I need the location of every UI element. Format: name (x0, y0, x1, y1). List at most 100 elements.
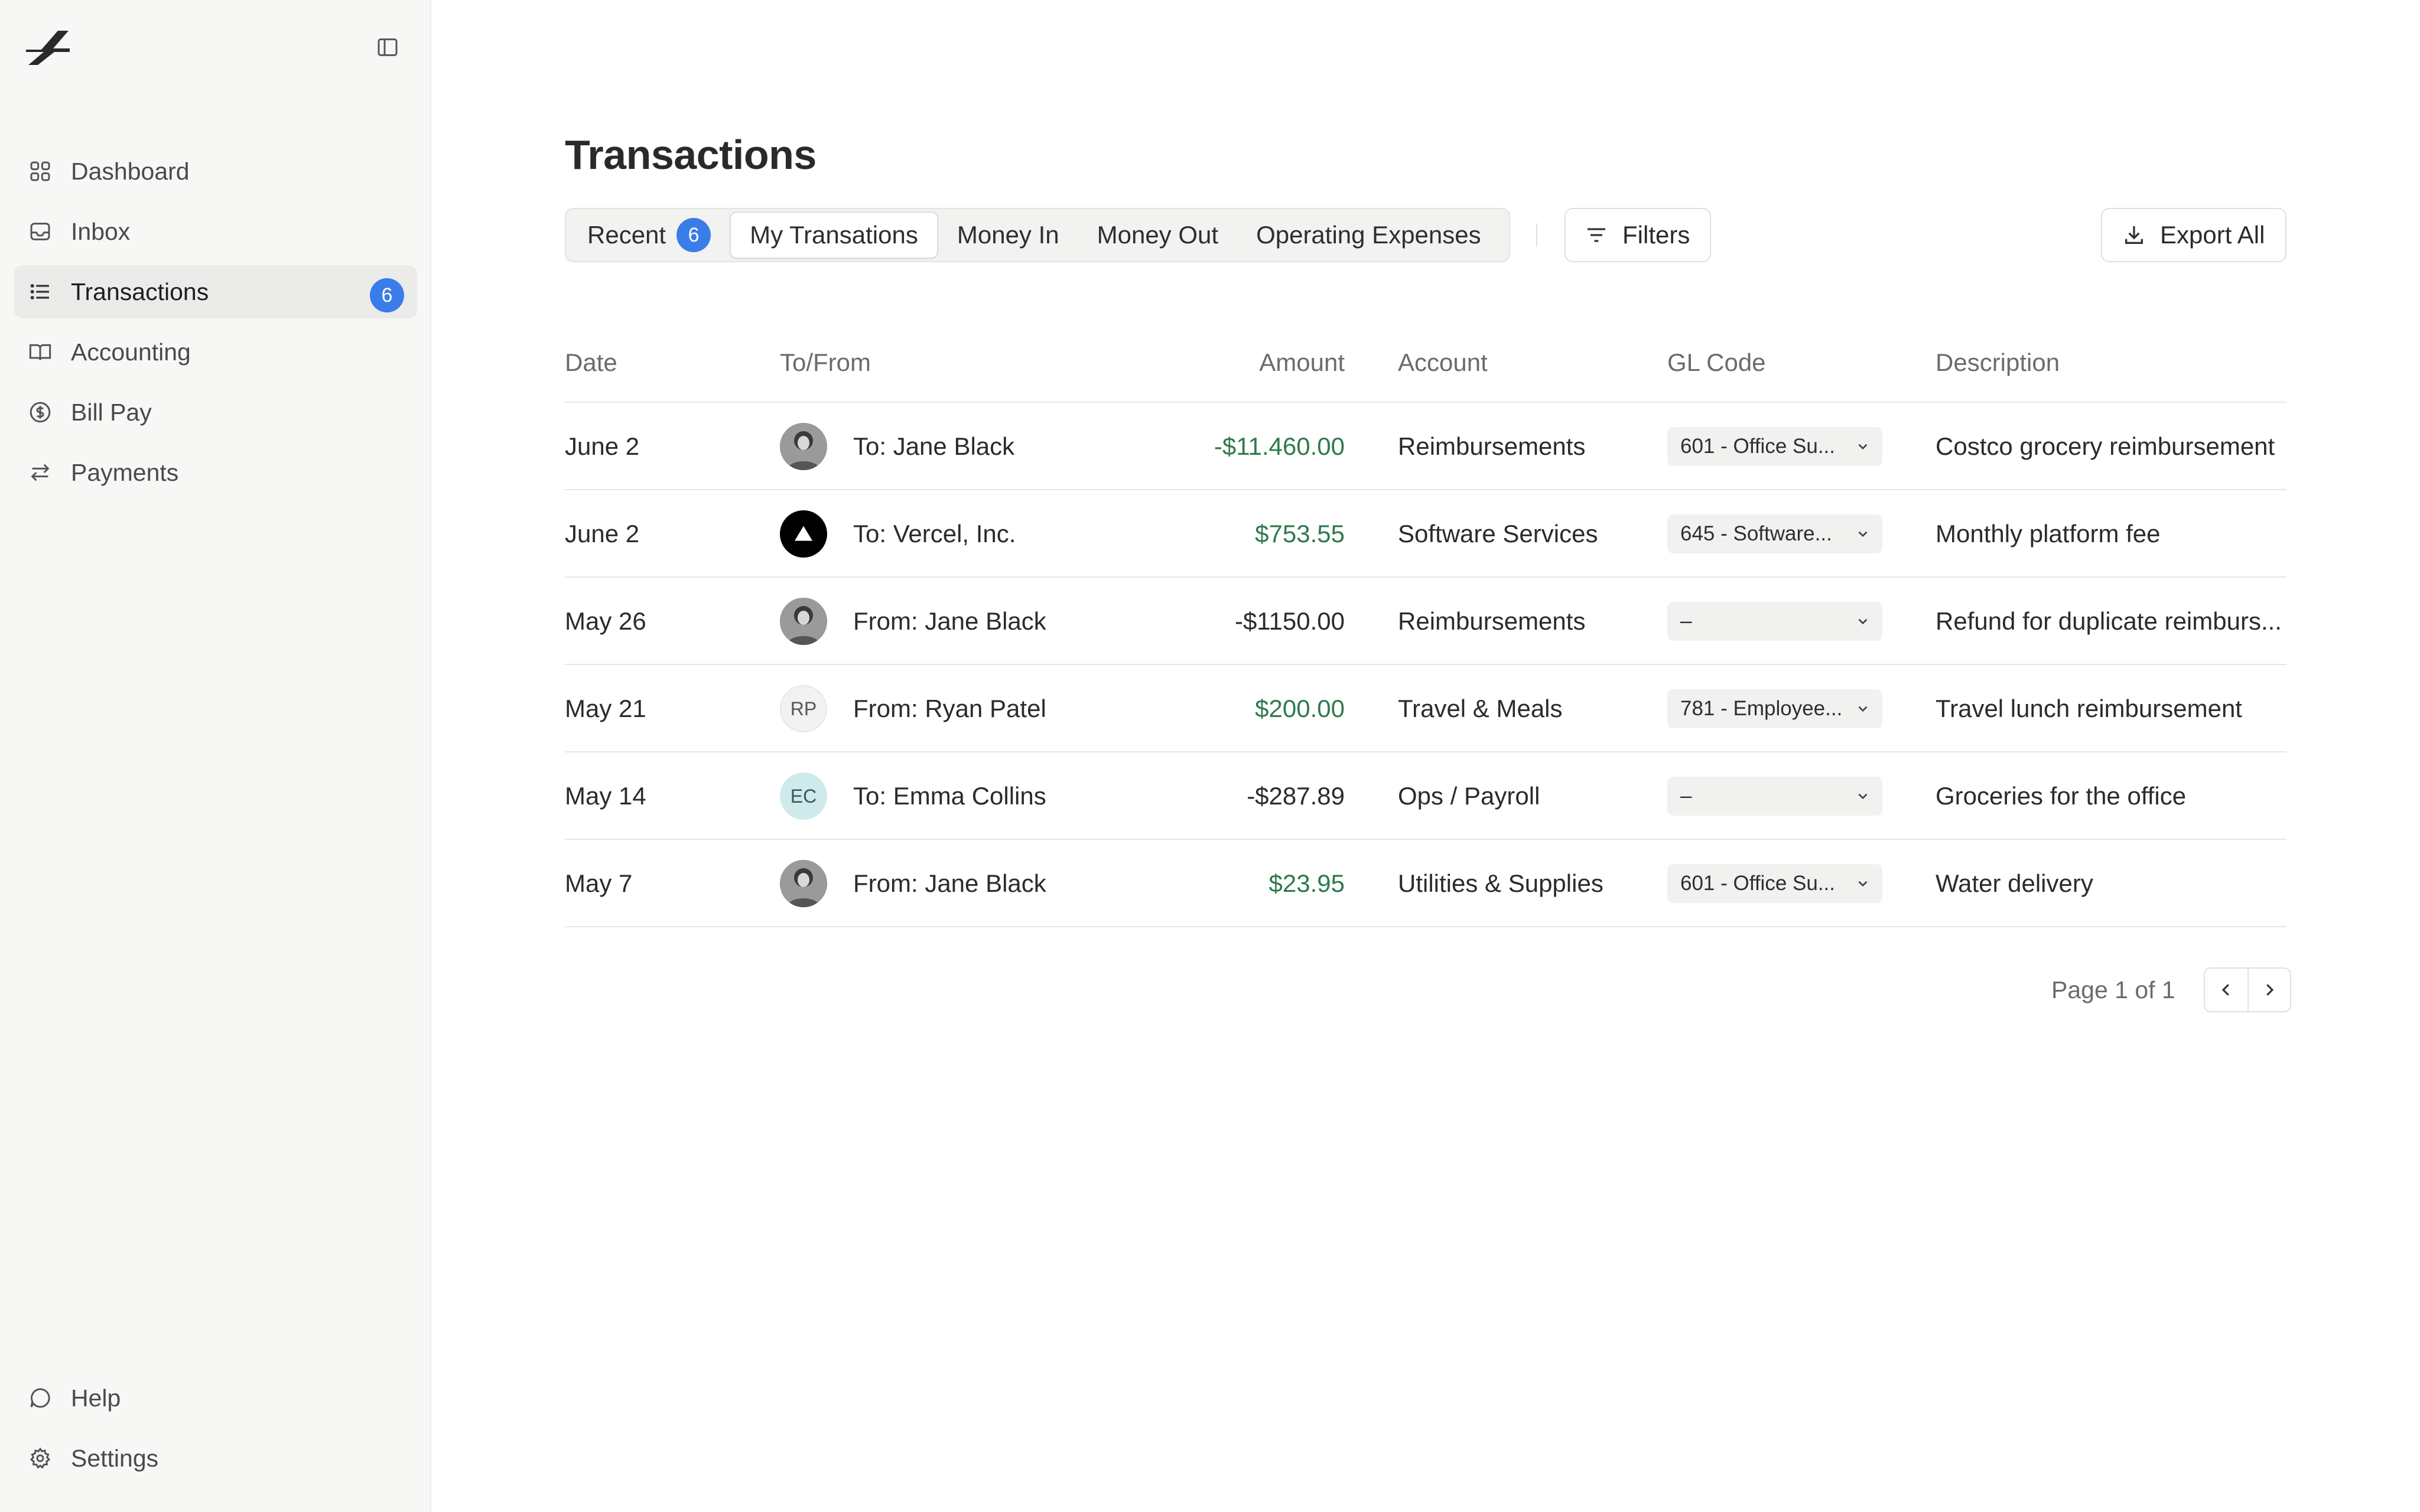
inbox-icon (27, 219, 53, 245)
gl-code-select[interactable]: 781 - Employee... (1667, 689, 1882, 728)
account-cell: Reimbursements (1398, 432, 1586, 460)
amount-cell: -$1150.00 (1234, 607, 1345, 635)
table-row[interactable]: June 2 To: Jane Black -$11.460.00 Reimbu… (565, 403, 2286, 490)
chevron-down-icon (1854, 787, 1872, 805)
sidebar: Dashboard Inbox Transactions 6 Accountin… (0, 0, 431, 1512)
filters-label: Filters (1622, 221, 1690, 249)
avatar-initials: EC (780, 773, 827, 820)
gl-code-select[interactable]: 645 - Software... (1667, 514, 1882, 553)
tab-operating-expenses[interactable]: Operating Expenses (1237, 211, 1500, 259)
table-row[interactable]: May 26 From: Jane Black -$1150.00 Reimbu… (565, 578, 2286, 665)
sidebar-item-label: Help (71, 1384, 121, 1412)
description-cell: Travel lunch reimbursement (1936, 695, 2242, 722)
previous-page-button[interactable] (2205, 969, 2247, 1011)
download-icon (2121, 222, 2147, 248)
next-page-button[interactable] (2247, 969, 2290, 1011)
chevron-down-icon (1854, 700, 1872, 718)
table-row[interactable]: May 7 From: Jane Black $23.95 Utilities … (565, 840, 2286, 927)
page-nav (2203, 967, 2291, 1012)
sidebar-item-help[interactable]: Help (14, 1371, 417, 1425)
chevron-down-icon (1854, 875, 1872, 892)
tab-my-transactions[interactable]: My Transations (730, 211, 938, 259)
sidebar-item-payments[interactable]: Payments (14, 446, 417, 499)
filters-button[interactable]: Filters (1564, 208, 1711, 262)
account-cell: Utilities & Supplies (1398, 869, 1603, 897)
date-cell: June 2 (565, 520, 640, 548)
account-cell: Ops / Payroll (1398, 782, 1540, 810)
gl-code-cell: 781 - Employee... (1667, 665, 1882, 752)
column-header-amount[interactable]: Amount (1156, 348, 1345, 377)
tab-label: My Transations (750, 221, 918, 249)
sidebar-item-settings[interactable]: Settings (14, 1432, 417, 1485)
sidebar-bottom-nav: Help Settings (14, 1371, 417, 1492)
gl-code-select[interactable]: – (1667, 602, 1882, 641)
sidebar-item-bill-pay[interactable]: Bill Pay (14, 386, 417, 439)
tab-money-in[interactable]: Money In (938, 211, 1078, 259)
sidebar-item-inbox[interactable]: Inbox (14, 205, 417, 258)
chevron-left-icon (2221, 984, 2229, 996)
tab-money-out[interactable]: Money Out (1078, 211, 1237, 259)
export-all-button[interactable]: Export All (2101, 208, 2286, 262)
avatar (780, 860, 827, 907)
account-cell: Software Services (1398, 520, 1598, 548)
party-name: To: Jane Black (853, 432, 1015, 460)
date-cell: May 21 (565, 695, 646, 722)
to-from-cell: From: Jane Black (780, 578, 1046, 665)
brand-logo[interactable] (24, 26, 72, 67)
column-header-to-from[interactable]: To/From (780, 348, 871, 377)
tab-label: Money In (957, 221, 1059, 249)
account-cell: Reimbursements (1398, 607, 1586, 635)
gl-code-select[interactable]: – (1667, 777, 1882, 816)
gl-code-value: 645 - Software... (1680, 522, 1832, 545)
sidebar-item-transactions[interactable]: Transactions 6 (14, 265, 417, 318)
tab-label: Recent (587, 221, 666, 249)
sidebar-item-label: Transactions (71, 278, 209, 305)
date-cell: May 26 (565, 607, 646, 635)
amount-cell: -$11.460.00 (1214, 432, 1345, 460)
tab-label: Money Out (1097, 221, 1219, 249)
gl-code-value: 781 - Employee... (1680, 697, 1843, 720)
amount-cell: $753.55 (1255, 520, 1345, 548)
dollar-circle-icon (27, 399, 53, 425)
avatar (780, 598, 827, 645)
to-from-cell: To: Jane Black (780, 403, 1014, 490)
gl-code-cell: 601 - Office Su... (1667, 840, 1882, 927)
sidebar-item-label: Payments (71, 458, 179, 486)
table-row[interactable]: June 2 To: Vercel, Inc. $753.55 Software… (565, 490, 2286, 578)
gl-code-cell: – (1667, 578, 1882, 665)
amount-cell: $200.00 (1255, 695, 1345, 722)
chevron-down-icon (1854, 525, 1872, 543)
to-from-cell: From: Jane Black (780, 840, 1046, 927)
amount-cell: -$287.89 (1247, 782, 1345, 810)
table-row[interactable]: May 14 EC To: Emma Collins -$287.89 Ops /… (565, 752, 2286, 840)
column-header-account[interactable]: Account (1398, 348, 1488, 377)
column-header-date[interactable]: Date (565, 348, 617, 377)
gl-code-value: 601 - Office Su... (1680, 872, 1835, 895)
column-header-gl-code[interactable]: GL Code (1667, 348, 1766, 377)
transaction-tabs: Recent 6 My Transations Money In Money O… (565, 208, 1510, 262)
sidebar-item-dashboard[interactable]: Dashboard (14, 145, 417, 198)
sidebar-item-label: Bill Pay (71, 398, 152, 426)
list-icon (27, 279, 53, 305)
gl-code-value: 601 - Office Su... (1680, 435, 1835, 458)
recent-count-badge: 6 (676, 218, 711, 252)
gl-code-select[interactable]: 601 - Office Su... (1667, 864, 1882, 903)
table-header: Date To/From Amount Account GL Code Desc… (565, 331, 2286, 403)
sidebar-item-label: Dashboard (71, 157, 190, 185)
export-label: Export All (2160, 221, 2265, 249)
sidebar-item-label: Settings (71, 1444, 159, 1472)
tab-recent[interactable]: Recent 6 (568, 211, 730, 259)
tab-label: Operating Expenses (1256, 221, 1481, 249)
sidebar-item-accounting[interactable]: Accounting (14, 325, 417, 379)
book-icon (27, 339, 53, 365)
table-row[interactable]: May 21 RP From: Ryan Patel $200.00 Travel… (565, 665, 2286, 752)
sidebar-toggle-icon[interactable] (373, 33, 402, 61)
column-header-description[interactable]: Description (1936, 348, 2060, 377)
description-cell: Monthly platform fee (1936, 520, 2161, 548)
to-from-cell: RP From: Ryan Patel (780, 665, 1046, 752)
description-cell: Water delivery (1936, 869, 2093, 897)
description-cell: Refund for duplicate reimburs... (1936, 607, 2282, 635)
avatar (780, 423, 827, 470)
chevron-down-icon (1854, 438, 1872, 455)
gl-code-select[interactable]: 601 - Office Su... (1667, 427, 1882, 466)
